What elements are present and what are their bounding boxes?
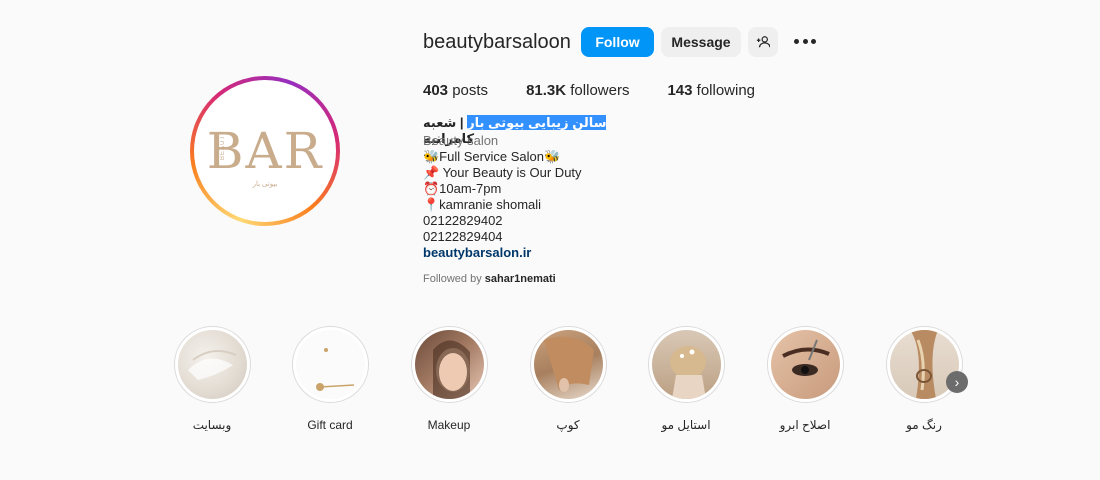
profile-avatar[interactable]: BEAUTY BAR بیوتی بار xyxy=(190,76,340,226)
highlight-image xyxy=(533,330,603,399)
more-dot xyxy=(802,38,808,44)
posts-count: 403 xyxy=(423,82,449,99)
highlight-image xyxy=(414,330,484,399)
add-user-icon xyxy=(756,36,770,48)
bio-website-link[interactable]: beautybarsalon.ir xyxy=(423,245,617,261)
suggest-user-button[interactable] xyxy=(748,27,778,57)
followed-user: sahar1nemati xyxy=(484,273,556,285)
highlight-label: استایل مو xyxy=(661,418,711,432)
followers-label: followers xyxy=(570,82,630,99)
highlight-item[interactable]: استایل مو xyxy=(641,326,731,432)
followed-prefix: Followed by xyxy=(423,273,485,285)
profile-stats: 403 posts 81.3K followers 143 following xyxy=(423,82,793,99)
highlight-label: رنگ مو xyxy=(906,418,942,432)
highlight-circle xyxy=(766,326,844,403)
bio-name: سالن زیبایی بیوتی بار | شعبه کامرانیه xyxy=(423,115,617,146)
posts-stat: 403 posts xyxy=(423,82,488,99)
profile-bio: سالن زیبایی بیوتی بار | شعبه کامرانیه Be… xyxy=(423,115,617,287)
more-options-icon[interactable] xyxy=(792,33,818,49)
highlight-item[interactable]: اصلاح ابرو xyxy=(760,326,850,432)
bio-phone: 02122829404 xyxy=(423,229,503,244)
follow-button[interactable]: Follow xyxy=(581,27,654,57)
bio-category[interactable]: Beauty salon xyxy=(423,133,617,149)
highlight-image xyxy=(177,330,247,399)
following-count: 143 xyxy=(667,82,693,99)
highlight-label: Makeup xyxy=(427,418,471,432)
bio-line: 📌 Your Beauty is Our Duty xyxy=(423,165,582,180)
profile-username: beautybarsaloon xyxy=(423,31,571,53)
avatar-border: BEAUTY BAR بیوتی بار xyxy=(194,80,336,222)
highlight-label: وبسایت xyxy=(192,418,232,432)
avatar-logo: BEAUTY BAR بیوتی بار xyxy=(198,84,332,218)
bio-phone: 02122829402 xyxy=(423,213,503,228)
highlight-circle xyxy=(647,326,725,403)
logo-sub-text: بیوتی بار xyxy=(252,181,278,188)
highlight-label: اصلاح ابرو xyxy=(779,418,831,432)
highlight-image xyxy=(770,330,840,399)
highlight-label: Gift card xyxy=(307,418,353,432)
chevron-right-icon[interactable]: › xyxy=(946,371,968,393)
highlight-item[interactable]: کوپ xyxy=(523,326,613,432)
highlight-circle xyxy=(173,326,251,403)
more-dot xyxy=(811,38,816,44)
followers-count: 81.3K xyxy=(526,82,567,99)
highlight-circle xyxy=(529,326,607,403)
bio-name-selected: سالن زیبایی بیوتی بار xyxy=(467,115,607,130)
message-button[interactable]: Message xyxy=(661,27,741,57)
following-label: following xyxy=(696,82,756,99)
highlight-item[interactable]: Gift card xyxy=(285,326,375,432)
posts-label: posts xyxy=(452,82,489,99)
bio-line: 📍kamranie shomali xyxy=(423,197,542,212)
highlight-item[interactable]: وبسایت xyxy=(167,326,257,432)
followers-stat[interactable]: 81.3K followers xyxy=(526,82,629,99)
following-stat[interactable]: 143 following xyxy=(667,82,755,99)
highlight-image xyxy=(295,330,365,399)
highlight-image xyxy=(651,330,721,399)
highlight-circle xyxy=(291,326,369,403)
followed-by[interactable]: Followed by sahar1nemati xyxy=(423,271,617,287)
highlight-item[interactable]: Makeup xyxy=(404,326,494,432)
more-dot xyxy=(794,38,799,44)
story-highlights: وبسایت Gift card Makeup کوپ استایل مو اص… xyxy=(167,326,967,446)
bio-line: 🐝Full Service Salon🐝 xyxy=(423,149,561,164)
logo-beauty-text: BEAUTY xyxy=(220,130,226,161)
highlight-circle xyxy=(410,326,488,403)
highlight-label: کوپ xyxy=(556,418,580,432)
bio-line: ⏰10am-7pm xyxy=(423,181,502,196)
